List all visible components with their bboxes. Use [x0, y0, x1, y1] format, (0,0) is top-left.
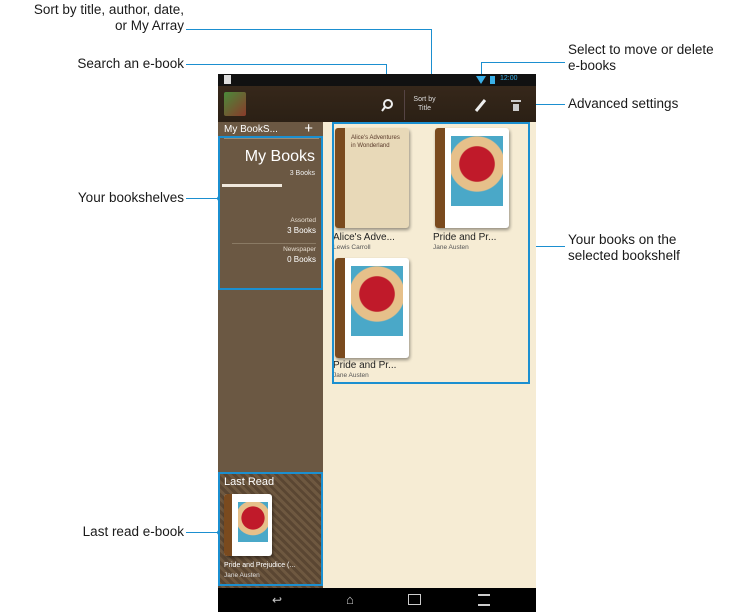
- annotation-sort-line1: Sort by title, author, date,: [33, 2, 184, 17]
- select-button[interactable]: [470, 92, 492, 118]
- system-nav-bar: ↩ ⌂: [218, 588, 536, 612]
- annotation-select-line1: Select to move or delete: [568, 42, 714, 57]
- sort-button[interactable]: Sort by Title: [404, 90, 444, 120]
- status-bar: 12:00: [218, 74, 536, 86]
- annotation-select: Select to move or delete e-books: [568, 42, 714, 74]
- device-screen: 12:00 Sort by Title My BookS... + My Boo…: [218, 74, 536, 612]
- annotation-advanced: Advanced settings: [568, 96, 679, 111]
- annotation-shelves: Your bookshelves: [77, 190, 184, 205]
- search-button[interactable]: [378, 92, 400, 118]
- search-icon: [381, 99, 393, 112]
- recent-apps-icon[interactable]: [408, 594, 421, 605]
- home-icon[interactable]: ⌂: [346, 592, 354, 607]
- annotation-lastread: Last read e-book: [82, 524, 184, 539]
- advanced-settings-button[interactable]: [506, 92, 528, 118]
- books-highlight: [332, 122, 530, 384]
- sort-label-2: Title: [418, 105, 431, 112]
- bookshelves-highlight: [218, 136, 323, 290]
- annotation-sort-line2: or My Array: [114, 18, 184, 33]
- settings-menu-icon: [511, 100, 521, 111]
- status-time: 12:00: [500, 75, 518, 82]
- annotation-search: Search an e-book: [77, 56, 184, 71]
- battery-icon: [490, 76, 495, 84]
- wifi-icon: [476, 76, 486, 84]
- doc-notification-icon: [224, 75, 231, 84]
- sidebar-header-label: My BookS...: [224, 124, 278, 135]
- annotation-select-connector: [481, 62, 565, 63]
- add-shelf-button[interactable]: +: [304, 120, 313, 137]
- annotation-lastread-connector: [186, 532, 220, 533]
- edit-icon: [474, 99, 487, 112]
- annotation-books: Your books on the selected bookshelf: [568, 232, 680, 264]
- app-logo-icon[interactable]: [224, 92, 246, 116]
- annotation-shelves-connector: [186, 198, 220, 199]
- annotation-select-line2: e-books: [568, 58, 617, 73]
- last-read-highlight: [218, 472, 323, 586]
- back-icon[interactable]: ↩: [272, 593, 282, 607]
- annotation-books-line2: selected bookshelf: [568, 248, 680, 263]
- sort-label-1: Sort by: [413, 96, 436, 103]
- action-bar: 12:00 Sort by Title: [218, 74, 536, 122]
- annotation-search-connector: [186, 64, 387, 65]
- annotation-books-line1: Your books on the: [568, 232, 677, 247]
- menu-icon[interactable]: [478, 594, 490, 606]
- annotation-advanced-connector: [533, 104, 565, 105]
- annotation-sort: Sort by title, author, date, or My Array: [0, 2, 184, 34]
- annotation-sort-connector: [186, 29, 431, 30]
